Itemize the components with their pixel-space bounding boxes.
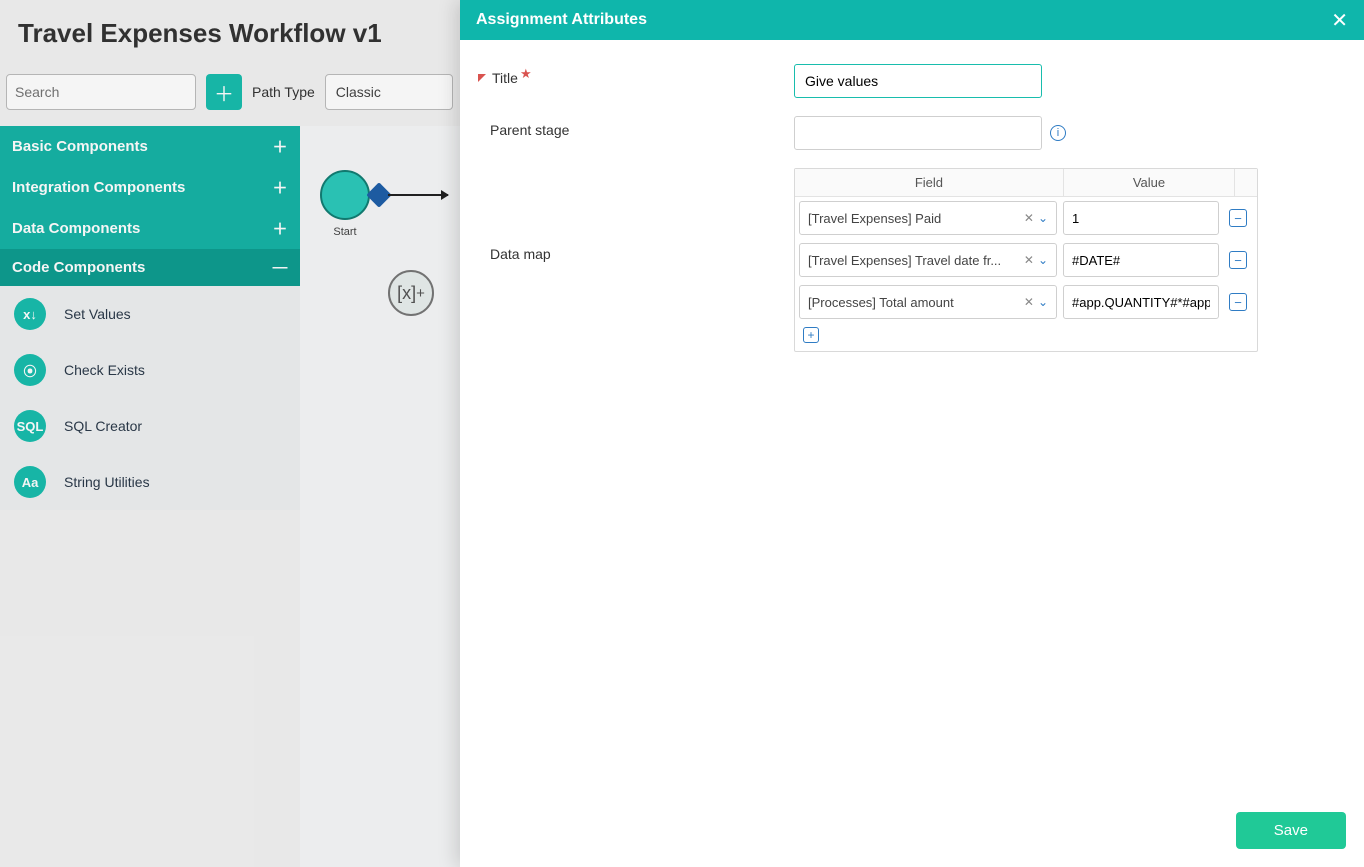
field-value: [Processes] Total amount [808, 295, 1024, 310]
remove-row-button[interactable]: − [1229, 251, 1247, 269]
title-label: Title [492, 70, 518, 86]
field-dropdown[interactable]: [Processes] Total amount ✕ ⌄ [799, 285, 1057, 319]
clear-icon[interactable]: ✕ [1024, 253, 1034, 267]
chevron-down-icon: ⌄ [1038, 295, 1048, 309]
required-star-icon: ★ [520, 66, 532, 82]
field-dropdown[interactable]: [Travel Expenses] Paid ✕ ⌄ [799, 201, 1057, 235]
clear-icon[interactable]: ✕ [1024, 295, 1034, 309]
value-input[interactable] [1063, 285, 1219, 319]
remove-row-button[interactable]: − [1229, 209, 1247, 227]
parent-stage-label: Parent stage [490, 122, 569, 138]
info-icon[interactable]: i [1050, 125, 1066, 141]
data-map-row: [Processes] Total amount ✕ ⌄ − [795, 281, 1257, 323]
title-input[interactable] [794, 64, 1042, 98]
data-map-row: [Travel Expenses] Paid ✕ ⌄ − [795, 197, 1257, 239]
chevron-down-icon: ⌄ [1038, 253, 1048, 267]
chevron-down-icon: ⌄ [1038, 211, 1048, 225]
parent-stage-input[interactable] [794, 116, 1042, 150]
field-value: [Travel Expenses] Travel date fr... [808, 253, 1024, 268]
assignment-attributes-panel: Assignment Attributes ✕ Title ★ Parent s… [460, 0, 1364, 867]
panel-title: Assignment Attributes [476, 11, 647, 29]
close-icon[interactable]: ✕ [1331, 8, 1348, 33]
add-row-button[interactable]: + [803, 327, 819, 343]
data-map-row: [Travel Expenses] Travel date fr... ✕ ⌄ … [795, 239, 1257, 281]
value-input[interactable] [1063, 243, 1219, 277]
required-flag-icon [478, 74, 486, 82]
value-column-header: Value [1064, 169, 1235, 196]
data-map-label: Data map [490, 246, 551, 262]
field-value: [Travel Expenses] Paid [808, 211, 1024, 226]
data-map-table: Field Value [Travel Expenses] Paid ✕ ⌄ − [794, 168, 1258, 352]
field-dropdown[interactable]: [Travel Expenses] Travel date fr... ✕ ⌄ [799, 243, 1057, 277]
clear-icon[interactable]: ✕ [1024, 211, 1034, 225]
save-button[interactable]: Save [1236, 812, 1346, 849]
remove-row-button[interactable]: − [1229, 293, 1247, 311]
value-input[interactable] [1063, 201, 1219, 235]
field-column-header: Field [795, 169, 1064, 196]
